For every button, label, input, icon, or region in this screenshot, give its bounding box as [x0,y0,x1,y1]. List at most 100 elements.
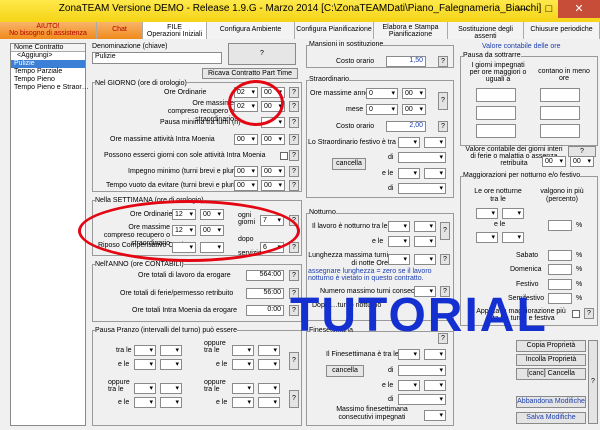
pausa-select[interactable] [232,383,254,394]
denominazione-help-button[interactable]: ? [228,43,296,65]
magg-select[interactable] [476,232,498,243]
help-icon[interactable]: ? [289,242,299,253]
straord-select[interactable] [398,168,420,179]
sottrarre-input[interactable] [540,106,580,120]
straord-select[interactable] [398,137,420,148]
fine-select[interactable] [398,380,420,391]
notturno-select[interactable] [414,254,436,265]
help-icon[interactable]: ? [289,352,299,370]
help-icon[interactable]: ? [438,121,448,132]
sabato-input[interactable] [548,250,572,261]
pausa-select[interactable] [160,383,182,394]
pausa-select[interactable] [134,345,156,356]
applica-checkbox[interactable] [572,310,580,318]
pausa-select[interactable] [232,359,254,370]
tab-help[interactable]: AIUTO! No bisogno di assistenza [0,22,97,39]
help-icon[interactable]: ? [289,101,299,112]
notturno-select[interactable] [414,221,436,232]
tempo-vuoto-hours[interactable]: 00 [234,180,258,191]
fine-cancella-button[interactable]: cancella [326,365,364,377]
denominazione-input[interactable]: Pulizie [92,52,222,64]
mansioni-costo-value[interactable]: 1,50 [386,56,426,67]
list-item[interactable]: <Aggiungi> [11,52,85,60]
pausa-select[interactable] [134,383,156,394]
straord-select[interactable] [424,137,446,148]
pausa-select[interactable] [160,397,182,408]
help-icon[interactable]: ? [440,254,450,265]
straord-select[interactable] [398,152,446,163]
tab-file[interactable]: FILE Operazioni Iniziali [143,22,207,39]
help-icon[interactable]: ? [440,222,450,240]
magg-select[interactable] [476,208,498,219]
pausa-select[interactable] [258,345,280,356]
list-item[interactable]: Pulizie [11,60,85,68]
sole-intra-checkbox[interactable] [280,152,288,160]
help-icon[interactable]: ? [289,87,299,98]
help-icon[interactable]: ? [584,308,594,319]
magg-select[interactable] [502,208,524,219]
sottrarre-input[interactable] [540,88,580,102]
straord-select[interactable] [424,168,446,179]
magg-percent-input[interactable] [548,220,572,231]
straord-costo-value[interactable]: 2,00 [386,121,426,132]
sottrarre-input[interactable] [540,124,580,138]
help-icon[interactable]: ? [289,134,299,145]
tab-elabora[interactable]: Elabora e Stampa Pianificazione [374,22,448,39]
help-icon[interactable]: ? [289,166,299,177]
magg-select[interactable] [502,232,524,243]
notturno-select[interactable] [388,254,410,265]
sottrarre-input[interactable] [476,88,516,102]
intra-moenia-minutes[interactable]: 00 [261,134,285,145]
fine-select[interactable] [398,394,446,405]
help-icon[interactable]: ? [438,92,448,110]
tempo-vuoto-minutes[interactable]: 00 [261,180,285,191]
semifestivo-input[interactable] [548,293,572,304]
straord-mese-hours[interactable]: 0 [366,104,398,115]
valore-giorni-hours[interactable]: 00 [542,156,566,167]
pausa-select[interactable] [160,345,182,356]
list-item[interactable]: Tempo Parziale [11,68,85,76]
straord-anno-minutes[interactable]: 00 [402,88,426,99]
tab-configura-ambiente[interactable]: Configura Ambiente [207,22,295,39]
help-icon[interactable]: ? [289,270,299,281]
cancella-button[interactable]: [canc] Cancella [516,368,586,380]
pausa-select[interactable] [258,359,280,370]
tab-configura-pianificazione[interactable]: Configura Pianificazione [295,22,374,39]
tab-chat[interactable]: Chat [97,22,143,39]
anno-intra-value[interactable]: 0:00 [246,305,284,316]
list-item[interactable]: Tempo Pieno [11,76,85,84]
help-icon[interactable]: ? [289,117,299,128]
help-icon[interactable]: ? [289,150,299,161]
list-item[interactable]: Tempo Pieno e Straor… [11,84,89,92]
fine-select[interactable] [424,410,446,421]
help-icon[interactable]: ? [588,340,598,424]
contract-list[interactable]: Nome Contratto <Aggiungi> Pulizie Tempo … [10,43,89,426]
abbandona-button[interactable]: Abbandona Modifiche [516,396,586,408]
fine-select[interactable] [424,380,446,391]
close-button[interactable]: ✕ [558,0,600,18]
straord-anno-hours[interactable]: 0 [366,88,398,99]
help-icon[interactable]: ? [289,390,299,408]
notturno-select[interactable] [414,236,436,247]
ricava-button[interactable]: Ricava Contratto Part Time [202,68,298,79]
straord-select[interactable] [398,183,446,194]
pausa-select[interactable] [258,383,280,394]
fine-select[interactable] [424,349,446,360]
domenica-input[interactable] [548,264,572,275]
salva-button[interactable]: Salva Modifiche [516,412,586,424]
help-icon[interactable]: ? [289,180,299,191]
impegno-minutes[interactable]: 00 [261,166,285,177]
tab-sostituzione[interactable]: Sostituzione degli assenti [448,22,524,39]
fine-select[interactable] [398,365,446,376]
valore-giorni-minutes[interactable]: 00 [570,156,594,167]
minimize-button[interactable]: — [510,0,536,18]
pausa-select[interactable] [160,359,182,370]
anno-ferie-value[interactable]: 56:00 [246,288,284,299]
anno-lavoro-value[interactable]: 564:00 [246,270,284,281]
sottrarre-input[interactable] [476,124,516,138]
sottrarre-input[interactable] [476,106,516,120]
fine-select[interactable] [398,349,420,360]
tab-chiusure[interactable]: Chiusure periodiche [524,22,600,39]
festivo-input[interactable] [548,279,572,290]
pausa-select[interactable] [134,397,156,408]
